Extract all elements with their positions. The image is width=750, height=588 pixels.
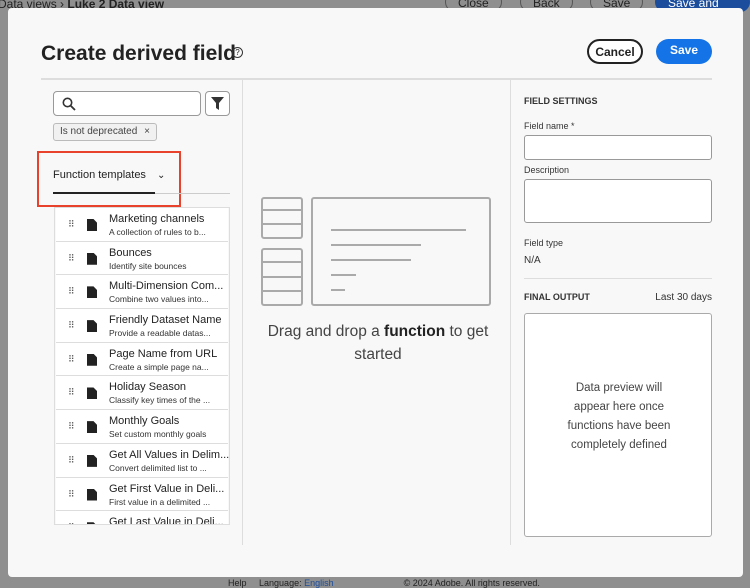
chevron-down-icon: ⌄ [157,170,166,181]
template-icon [87,421,97,434]
template-description: First value in a delimited ... [109,496,211,507]
function-template-item[interactable]: ⠿ Get All Values in Delim... Convert delim… [56,443,230,478]
function-template-item[interactable]: ⠿ Monthly Goals Set custom monthly goals [56,410,228,444]
function-template-list: ⠿ Marketing channels A collection of rules… [54,207,230,525]
template-description: Create a simple page na... [109,361,209,372]
preview-placeholder: Data preview will appear here once funct… [567,382,671,451]
save-button[interactable]: Save [656,39,712,64]
dropdown-label: Function templates [53,169,146,181]
template-description: A collection of rules to b... [109,227,206,237]
header-divider [41,78,712,80]
template-icon [87,320,97,333]
footer-copyright: © 2024 Adobe. All rights reserved. [403,578,540,588]
template-title: Holiday Season [109,381,187,394]
function-template-item[interactable]: ⠿ Get Last Value in Deli... [56,511,228,525]
drag-handle-icon[interactable]: ⠿ [68,455,75,466]
tag-label: Is not deprecated [60,126,138,137]
template-title: Page Name from URL [109,347,218,360]
illustration-lines [261,209,466,292]
drag-handle-icon[interactable]: ⠿ [68,320,75,331]
function-templates-dropdown[interactable]: Function templates ⌄ [53,169,165,181]
filter-icon [211,97,224,110]
template-title: Get First Value in Deli... [109,482,225,495]
function-template-item[interactable]: ⠿ Holiday Season Classify key times of the… [56,376,228,411]
field-name-input[interactable] [524,135,712,160]
function-template-item[interactable]: ⠿ Page Name from URL Create a simple page … [56,342,228,377]
template-title: Monthly Goals [109,415,180,428]
drag-handle-icon[interactable]: ⠿ [68,489,75,500]
dialog-title: Create derived field [41,42,236,65]
create-derived-field-dialog: Create derived field ? Cancel Save Is no… [8,8,743,577]
function-template-item[interactable]: ⠿ Get First Value in Deli... First value i… [56,477,228,512]
drag-handle-icon[interactable]: ⠿ [68,219,75,230]
template-description: Identify site bounces [109,260,187,271]
footer-language-label: Language: [259,578,302,588]
search-icon [62,97,76,111]
dropdown-underline-active [53,192,155,194]
template-icon [87,286,97,299]
drag-handle-icon[interactable]: ⠿ [68,387,75,398]
template-title: Friendly Dataset Name [109,314,222,327]
function-template-item[interactable]: ⠿ Marketing channels A collection of rules… [56,208,228,242]
left-divider [242,80,243,545]
final-output-preview: Data preview will appear here once funct… [524,313,712,537]
template-description: Combine two values into... [109,294,209,305]
drop-hint: Drag and drop a function to get started [258,320,498,366]
template-title: Multi-Dimension Com... [109,280,224,293]
template-icon [87,454,97,467]
search-input[interactable] [53,91,201,116]
drag-handle-icon[interactable]: ⠿ [68,354,75,365]
settings-divider [524,278,712,279]
final-output-header: FINAL OUTPUT [524,292,590,302]
template-icon [87,219,97,231]
template-description: Convert delimited list to ... [109,462,207,473]
template-title: Bounces [109,246,152,259]
field-settings-header: FIELD SETTINGS [524,96,598,106]
template-description: Classify key times of the ... [109,395,211,406]
drag-handle-icon[interactable]: ⠿ [68,522,75,524]
drag-handle-icon[interactable]: ⠿ [68,286,75,297]
function-template-item[interactable]: ⠿ Multi-Dimension Com... Combine two value… [56,275,228,310]
drop-hint-text: Drag and drop a [267,323,385,340]
right-divider [510,80,511,545]
cancel-button[interactable]: Cancel [587,39,643,64]
tag-close-icon[interactable]: × [144,126,150,137]
filter-button[interactable] [205,91,230,116]
template-icon [87,488,97,501]
drag-handle-icon[interactable]: ⠿ [68,421,75,432]
field-type-value: N/A [524,255,541,266]
field-type-label: Field type [524,238,564,248]
field-name-text: Field name [524,121,569,131]
function-template-item[interactable]: ⠿ Friendly Dataset Name Provide a readable… [56,309,228,343]
drag-handle-icon[interactable]: ⠿ [68,253,75,264]
template-description: Set custom monthly goals [109,429,207,440]
template-icon [87,353,97,366]
date-range: Last 30 days [655,292,712,303]
template-icon [87,252,97,265]
help-icon[interactable]: ? [232,47,243,58]
template-description: Provide a readable datas... [109,328,211,339]
footer-language: English [304,578,334,588]
template-title: Marketing channels [109,213,205,225]
description-textarea[interactable] [524,179,712,223]
drop-hint-bold: function [384,323,446,340]
footer: Help Language: English © 2024 Adobe. All … [228,578,540,588]
template-icon [87,522,97,524]
required-marker: * [571,121,575,131]
template-icon [87,387,97,400]
function-template-item[interactable]: ⠿ Bounces Identify site bounces [56,241,228,276]
template-title: Get Last Value in Deli... [109,516,224,525]
template-title: Get All Values in Delim... [109,448,230,461]
field-name-label: Field name * [524,121,575,131]
description-label: Description [524,165,570,175]
deprecated-filter-tag[interactable]: Is not deprecated × [53,123,157,141]
footer-help: Help [228,578,247,588]
